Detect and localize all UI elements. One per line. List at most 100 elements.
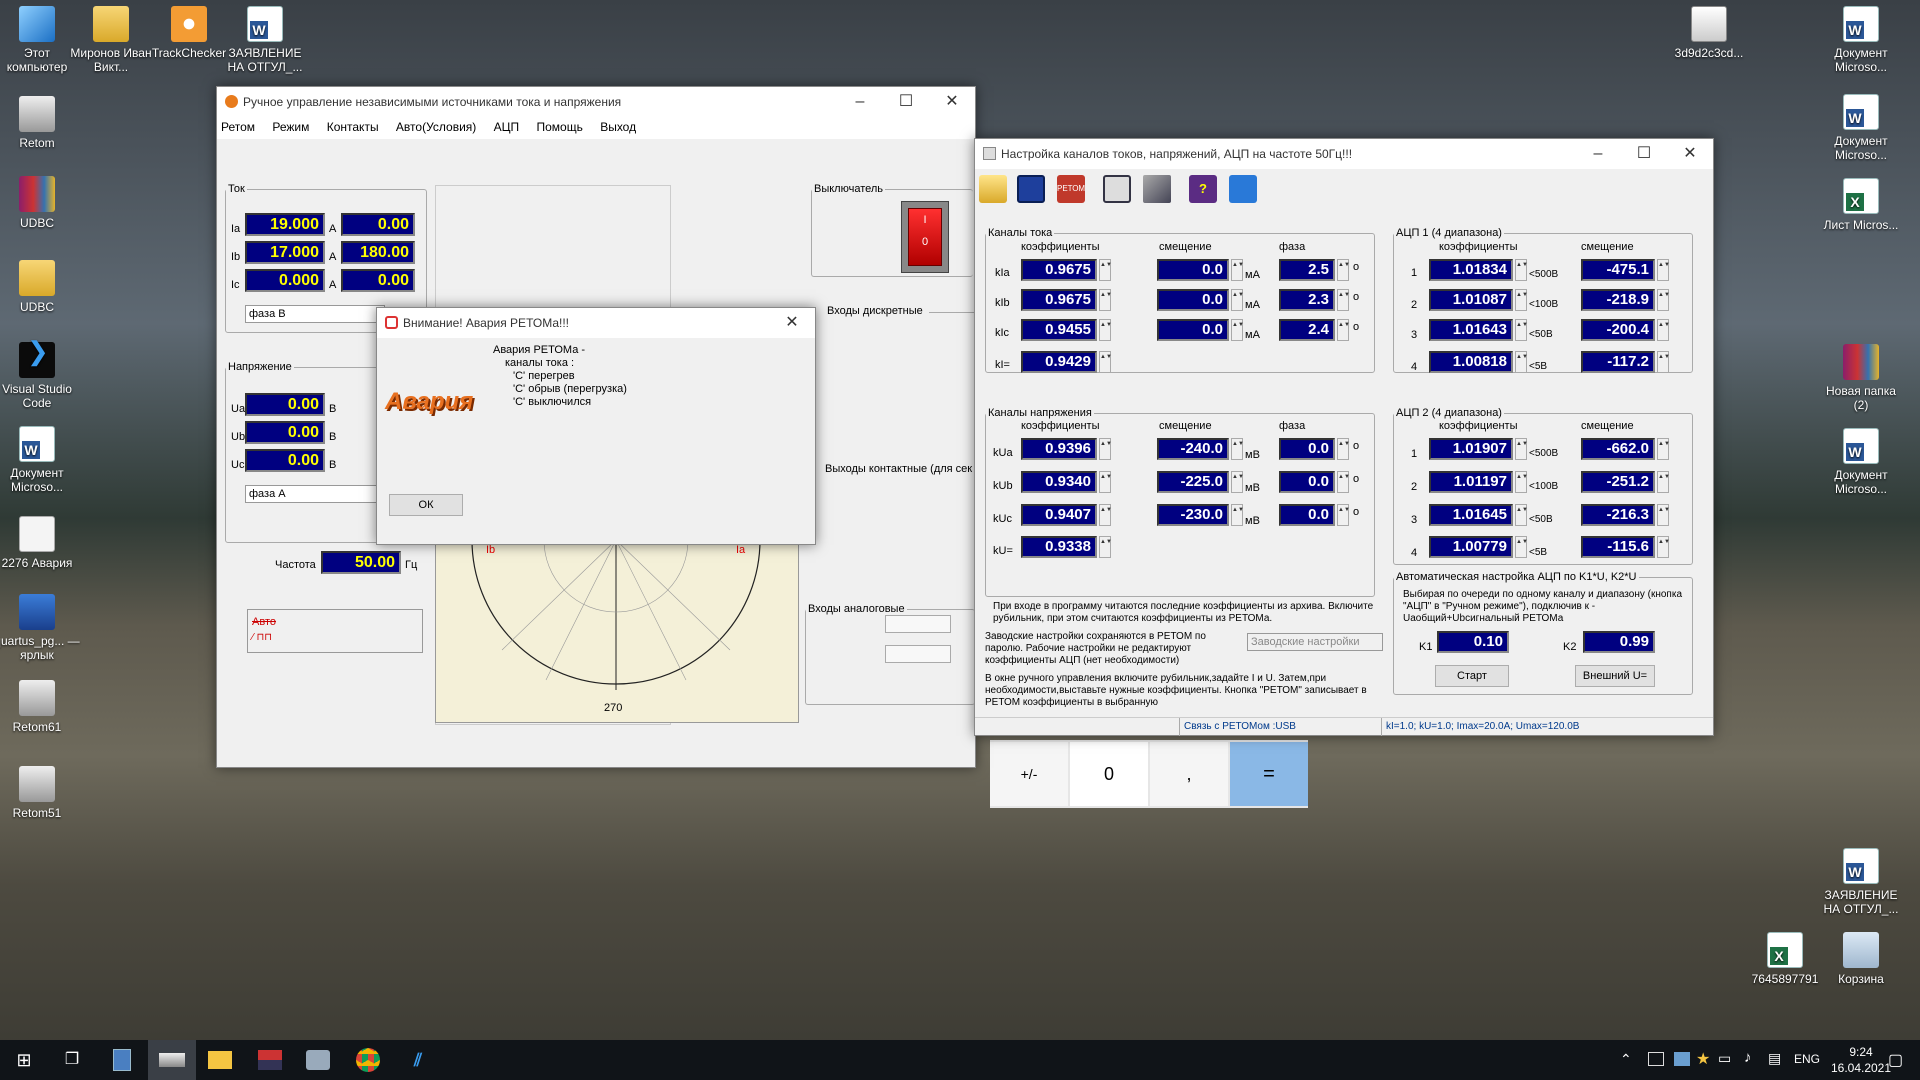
adc2-row1-offset-spinner[interactable]: ▲▼ [1657,438,1670,460]
retom-write-icon[interactable]: РЕТОМ [1057,175,1085,203]
tray-star-icon[interactable]: ★ [1696,1049,1710,1069]
kudc-coef-spinner[interactable]: ▲▼ [1099,536,1112,558]
adc2-row1-offset[interactable]: -662.0 [1581,438,1655,460]
menu-help[interactable]: Помощь [536,117,582,137]
kia-offset-spinner[interactable]: ▲▼ [1231,259,1244,281]
ok-button[interactable]: ОК [389,494,463,516]
kuc-coef[interactable]: 0.9407 [1021,504,1097,526]
desktop-icon-doc-r1[interactable]: Документ Microso... [1818,6,1904,74]
adc1-row4-coef[interactable]: 1.00818 [1429,351,1513,373]
adc2-row4-coef[interactable]: 1.00779 [1429,536,1513,558]
tray-app-icon[interactable] [1648,1052,1664,1066]
external-u-button[interactable]: Внешний U= [1575,665,1655,687]
adc2-row2-offset[interactable]: -251.2 [1581,471,1655,493]
adc2-row2-coef[interactable]: 1.01197 [1429,471,1513,493]
menu-retom[interactable]: Ретом [221,117,255,137]
adc2-row1-coef-spinner[interactable]: ▲▼ [1515,438,1528,460]
tray-display-icon[interactable]: ▭ [1718,1050,1731,1067]
adc2-row3-coef[interactable]: 1.01645 [1429,504,1513,526]
kuc-phase[interactable]: 0.0 [1279,504,1335,526]
kia-coef-spinner[interactable]: ▲▼ [1099,259,1112,281]
kia-offset[interactable]: 0.0 [1157,259,1229,281]
adc2-row3-coef-spinner[interactable]: ▲▼ [1515,504,1528,526]
menu-contacts[interactable]: Контакты [327,117,379,137]
adc1-row2-coef-spinner[interactable]: ▲▼ [1515,289,1528,311]
adc1-row3-coef-spinner[interactable]: ▲▼ [1515,319,1528,341]
menu-auto[interactable]: Авто(Условия) [396,117,476,137]
kic-coef-spinner[interactable]: ▲▼ [1099,319,1112,341]
task-view-icon[interactable]: ❐ [48,1040,96,1080]
network-icon[interactable]: ▤ [1768,1050,1781,1067]
desktop-icon-vscode[interactable]: Visual Studio Code [0,342,80,410]
kidc-coef-spinner[interactable]: ▲▼ [1099,351,1112,373]
chrome-icon[interactable] [344,1040,392,1080]
retom-taskbar-icon[interactable] [148,1040,196,1080]
ib-phase-value[interactable]: 180.00 [341,241,415,264]
minimize-button[interactable]: – [837,87,883,117]
maximize-button[interactable]: ☐ [883,87,929,117]
desktop-icon-udbc-2[interactable]: UDBC [0,260,80,314]
desktop-icon-user-folder[interactable]: Миронов Иван Викт... [68,6,154,74]
window-settings-icon[interactable] [1103,175,1131,203]
desktop-icon-xls-number[interactable]: 7645897791 [1742,932,1828,986]
auto-button[interactable]: Авто ⁄ ⊓⊓ [247,609,423,653]
clock[interactable]: 9:24 16.04.2021 [1826,1044,1896,1076]
voltage-phase-select[interactable]: фаза А [245,485,385,503]
kua-offset-spinner[interactable]: ▲▼ [1231,438,1244,460]
calculator-taskbar-icon[interactable] [98,1040,146,1080]
ic-phase-value[interactable]: 0.00 [341,269,415,292]
kia-phase[interactable]: 2.5 [1279,259,1335,281]
adc2-row4-offset-spinner[interactable]: ▲▼ [1657,536,1670,558]
calib-close-button[interactable]: ✕ [1667,139,1713,169]
kib-coef[interactable]: 0.9675 [1021,289,1097,311]
calc-negate-key[interactable]: +/- [990,742,1068,806]
adc1-row1-coef-spinner[interactable]: ▲▼ [1515,259,1528,281]
calc-zero-key[interactable]: 0 [1070,742,1148,806]
ic-value[interactable]: 0.000 [245,269,325,292]
tools-icon[interactable] [1143,175,1171,203]
notifications-icon[interactable]: ▢ [1888,1050,1903,1070]
kic-offset[interactable]: 0.0 [1157,319,1229,341]
kic-coef[interactable]: 0.9455 [1021,319,1097,341]
calib-minimize-button[interactable]: – [1575,139,1621,169]
desktop-icon-trackchecker[interactable]: TrackChecker [146,6,232,60]
desktop-icon-doc-r3[interactable]: Документ Microso... [1818,428,1904,496]
calib-maximize-button[interactable]: ☐ [1621,139,1667,169]
kua-coef[interactable]: 0.9396 [1021,438,1097,460]
kuc-phase-spinner[interactable]: ▲▼ [1337,504,1350,526]
kua-coef-spinner[interactable]: ▲▼ [1099,438,1112,460]
adc2-row3-offset[interactable]: -216.3 [1581,504,1655,526]
kuc-coef-spinner[interactable]: ▲▼ [1099,504,1112,526]
kub-phase[interactable]: 0.0 [1279,471,1335,493]
kub-offset-spinner[interactable]: ▲▼ [1231,471,1244,493]
ia-phase-value[interactable]: 0.00 [341,213,415,236]
kib-phase-spinner[interactable]: ▲▼ [1337,289,1350,311]
kib-offset[interactable]: 0.0 [1157,289,1229,311]
open-folder-icon[interactable] [979,175,1007,203]
alert-close-button[interactable]: ✕ [769,308,815,338]
adc1-row4-offset-spinner[interactable]: ▲▼ [1657,351,1670,373]
desktop-icon-retom61[interactable]: Retom61 [0,680,80,734]
save-icon[interactable] [1017,175,1045,203]
adc1-row4-coef-spinner[interactable]: ▲▼ [1515,351,1528,373]
kub-coef[interactable]: 0.9340 [1021,471,1097,493]
desktop-icon-image[interactable]: 3d9d2c3cd... [1666,6,1752,60]
adc2-row2-coef-spinner[interactable]: ▲▼ [1515,471,1528,493]
adc1-row2-offset-spinner[interactable]: ▲▼ [1657,289,1670,311]
kub-coef-spinner[interactable]: ▲▼ [1099,471,1112,493]
start-windows-icon[interactable]: ⊞ [0,1040,48,1080]
current-phase-select[interactable]: фаза В [245,305,385,323]
kidc-coef[interactable]: 0.9429 [1021,351,1097,373]
kia-phase-spinner[interactable]: ▲▼ [1337,259,1350,281]
adc1-row1-offset[interactable]: -475.1 [1581,259,1655,281]
kia-coef[interactable]: 0.9675 [1021,259,1097,281]
kic-phase[interactable]: 2.4 [1279,319,1335,341]
desktop-icon-recycle-bin[interactable]: Корзина [1818,932,1904,986]
desktop-icon-quartus[interactable]: quartus_pg... — ярлык [0,594,80,662]
exit-door-icon[interactable] [1229,175,1257,203]
adc2-row1-coef[interactable]: 1.01907 [1429,438,1513,460]
kub-phase-spinner[interactable]: ▲▼ [1337,471,1350,493]
adc2-row4-offset[interactable]: -115.6 [1581,536,1655,558]
adc2-row2-offset-spinner[interactable]: ▲▼ [1657,471,1670,493]
close-button[interactable]: ✕ [929,87,975,117]
